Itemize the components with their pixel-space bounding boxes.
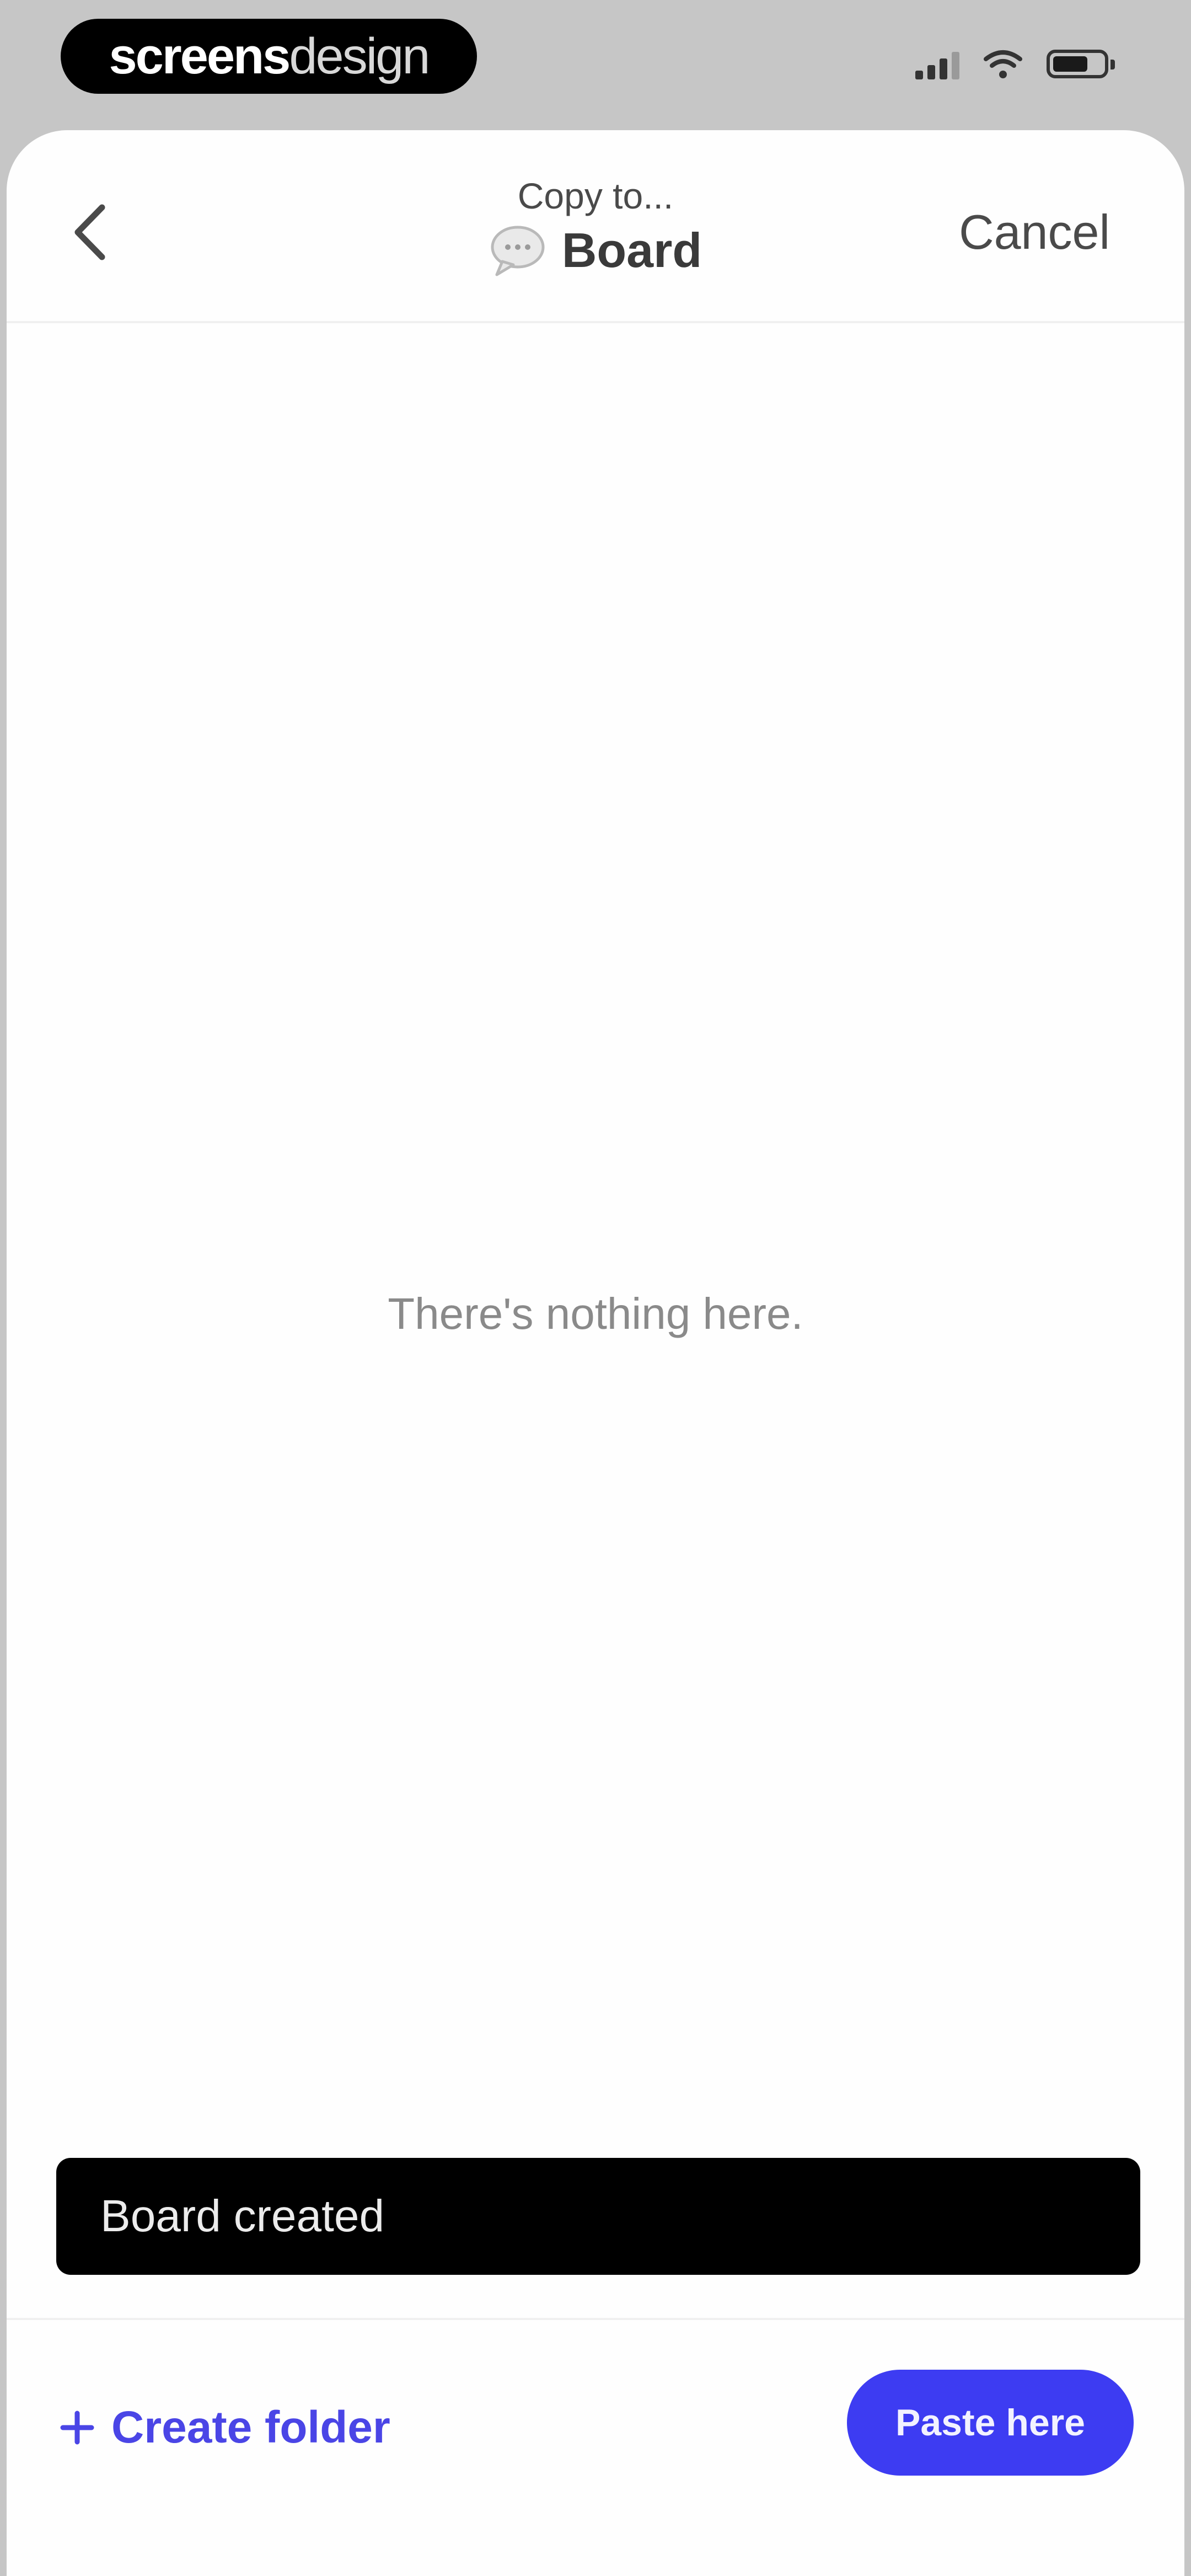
- watermark-logo: screens design: [61, 19, 477, 94]
- bottom-action-bar: Create folder Paste here: [7, 2318, 1184, 2576]
- battery-level: [1053, 56, 1087, 72]
- status-icons: [915, 49, 1115, 79]
- watermark-light-text: design: [289, 28, 430, 84]
- board-title: Board: [561, 223, 702, 278]
- speech-bubble-icon: [491, 226, 545, 276]
- create-folder-button[interactable]: Create folder: [60, 2386, 390, 2469]
- paste-here-button[interactable]: Paste here: [847, 2370, 1134, 2476]
- copy-to-sheet: Copy to... Board Cancel There's nothing …: [7, 130, 1184, 2576]
- plus-icon: [60, 2411, 94, 2445]
- toast-notification: Board created: [56, 2158, 1140, 2275]
- toast-message: Board created: [100, 2191, 385, 2241]
- screen: screens design Copy to... Board Cancel T…: [0, 0, 1191, 2576]
- wifi-icon: [984, 50, 1022, 78]
- cellular-signal-icon: [915, 49, 959, 79]
- create-folder-label: Create folder: [111, 2402, 390, 2452]
- sheet-header: Copy to... Board Cancel: [7, 130, 1184, 323]
- status-bar: screens design: [0, 0, 1191, 127]
- watermark-bold-text: screens: [109, 28, 291, 84]
- header-main-title: Board: [489, 222, 702, 279]
- cancel-button[interactable]: Cancel: [959, 196, 1110, 268]
- empty-state-message: There's nothing here.: [388, 1289, 803, 1338]
- battery-icon: [1047, 50, 1115, 78]
